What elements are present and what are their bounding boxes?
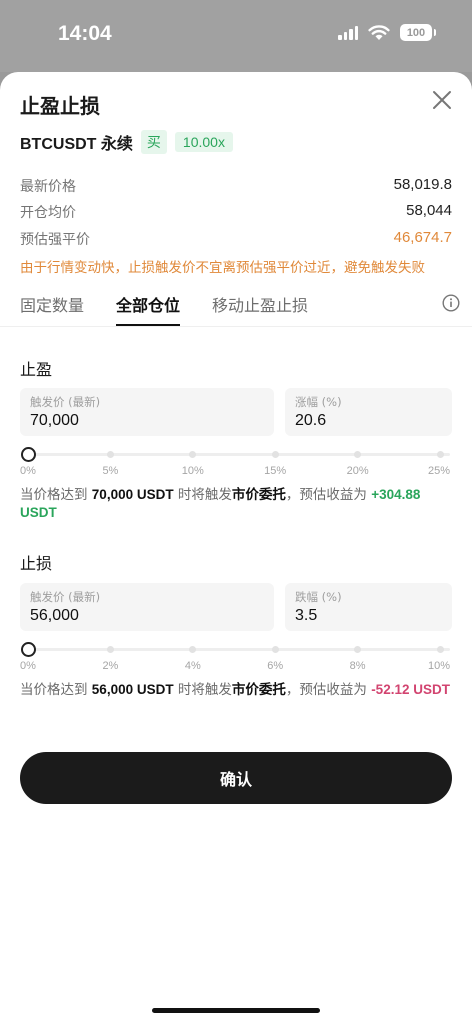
liquidation-warning: 由于行情变动快，止损触发价不宜离预估强平价过近，避免触发失败 [20,260,425,276]
tp-trigger-price-label: 触发价 (最新) [30,395,101,409]
desc-text: 时将触发 [173,487,232,503]
slider-step-dot[interactable] [189,646,197,653]
slider-step-dot[interactable] [189,451,197,458]
confirm-button[interactable]: 确认 [20,752,452,804]
sl-desc-order-type: 市价委托 [231,682,286,698]
slider-tick-label: 25% [427,465,450,477]
stop-loss-title: 止损 [20,554,53,573]
desc-text: ，预估收益为 [285,487,372,503]
sl-trigger-price-input[interactable]: 触发价 (最新) 56,000 [20,583,274,631]
slider-tick-label: 2% [102,660,119,672]
slider-step-dot[interactable] [354,646,362,653]
tp-pct-slider[interactable]: 0% 5% 10% 15% 20% 25% [20,444,450,480]
sl-fall-pct-value: 3.5 [295,607,318,624]
entry-price-row: 开仓均价 58,044 [20,202,452,222]
pair-name: BTCUSDT 永续 [20,130,133,154]
sl-trigger-price-value: 56,000 [30,607,79,624]
tab-fixed-amount[interactable]: 固定数量 [20,292,84,316]
slider-knob[interactable] [20,447,36,462]
sl-fall-pct-label: 跌幅 (%) [295,590,342,604]
desc-text: 时将触发 [173,682,232,698]
tp-rise-pct-value: 20.6 [295,412,327,429]
slider-step-dot[interactable] [271,646,279,653]
slider-tick-label: 6% [267,660,284,672]
sl-pct-slider[interactable]: 0% 2% 4% 6% 8% 10% [20,639,450,675]
liquidation-price-value: 46,674.7 [393,229,452,246]
contract-type: 永续 [100,134,133,153]
wifi-icon [368,24,390,40]
slider-tick-label: 8% [349,660,366,672]
take-profit-stop-loss-sheet: 止盈止损 BTCUSDT 永续 买 10.00x 最新价格 58,019.8 开… [0,72,472,1024]
info-icon[interactable] [442,294,460,312]
latest-price-value: 58,019.8 [393,176,452,193]
entry-price-value: 58,044 [406,202,452,219]
latest-price-label: 最新价格 [20,179,76,195]
mode-tabs: 固定数量 全部仓位 移动止盈止损 [20,292,460,328]
tp-desc-price: 70,000 USDT [91,487,174,502]
slider-tick-label: 10% [427,660,450,672]
sl-fall-pct-input[interactable]: 跌幅 (%) 3.5 [285,583,452,631]
pair-row: BTCUSDT 永续 买 10.00x [20,130,233,154]
desc-text: 当价格达到 [20,682,92,698]
take-profit-title: 止盈 [20,360,53,379]
home-indicator [152,1008,320,1013]
tabs-divider [0,326,472,327]
slider-tick-label: 20% [346,465,369,477]
sl-description: 当价格达到 56,000 USDT 时将触发市价委托，预估收益为 -52.12 … [20,681,460,699]
pair-symbol: BTCUSDT [20,136,97,153]
slider-step-dot[interactable] [436,646,444,653]
slider-step-dot[interactable] [106,646,114,653]
slider-tick-label: 5% [102,465,119,477]
desc-text: ，预估收益为 [285,682,372,698]
slider-tick-label: 0% [20,465,36,477]
tp-description: 当价格达到 70,000 USDT 时将触发市价委托，预估收益为 +304.88… [20,486,460,522]
sl-desc-price: 56,000 USDT [91,682,174,697]
tp-trigger-price-value: 70,000 [30,412,79,429]
tp-rise-pct-label: 涨幅 (%) [295,395,342,409]
slider-tick-label: 4% [184,660,201,672]
liquidation-price-row: 预估强平价 46,674.7 [20,229,452,249]
liquidation-price-label: 预估强平价 [20,232,90,248]
slider-step-dot[interactable] [271,451,279,458]
slider-step-dot[interactable] [106,451,114,458]
slider-tick-label: 0% [20,660,36,672]
status-time: 14:04 [58,22,112,45]
sl-estimated-pnl: -52.12 USDT [371,682,450,697]
slider-knob[interactable] [20,642,36,657]
tp-desc-order-type: 市价委托 [231,487,286,503]
tab-full-position[interactable]: 全部仓位 [116,292,181,326]
tp-trigger-price-input[interactable]: 触发价 (最新) 70,000 [20,388,274,436]
slider-tick-label: 10% [181,465,204,477]
tab-trailing-tpsl[interactable]: 移动止盈止损 [212,292,308,316]
status-icons: 100 [338,24,436,41]
slider-track [28,648,450,651]
signal-icon [338,25,358,40]
desc-text: 当价格达到 [20,487,92,503]
slider-step-dot[interactable] [436,451,444,458]
sheet-title: 止盈止损 [20,94,100,118]
sl-trigger-price-label: 触发价 (最新) [30,590,101,604]
entry-price-label: 开仓均价 [20,205,76,221]
leverage-badge: 10.00x [174,132,233,152]
battery-icon: 100 [400,24,436,41]
tp-rise-pct-input[interactable]: 涨幅 (%) 20.6 [285,388,452,436]
slider-step-dot[interactable] [354,451,362,458]
close-icon[interactable] [430,88,454,112]
side-badge: 买 [140,130,167,154]
latest-price-row: 最新价格 58,019.8 [20,176,452,196]
status-bar: 14:04 100 [0,0,472,72]
slider-tick-label: 15% [264,465,287,477]
slider-track [28,453,450,456]
